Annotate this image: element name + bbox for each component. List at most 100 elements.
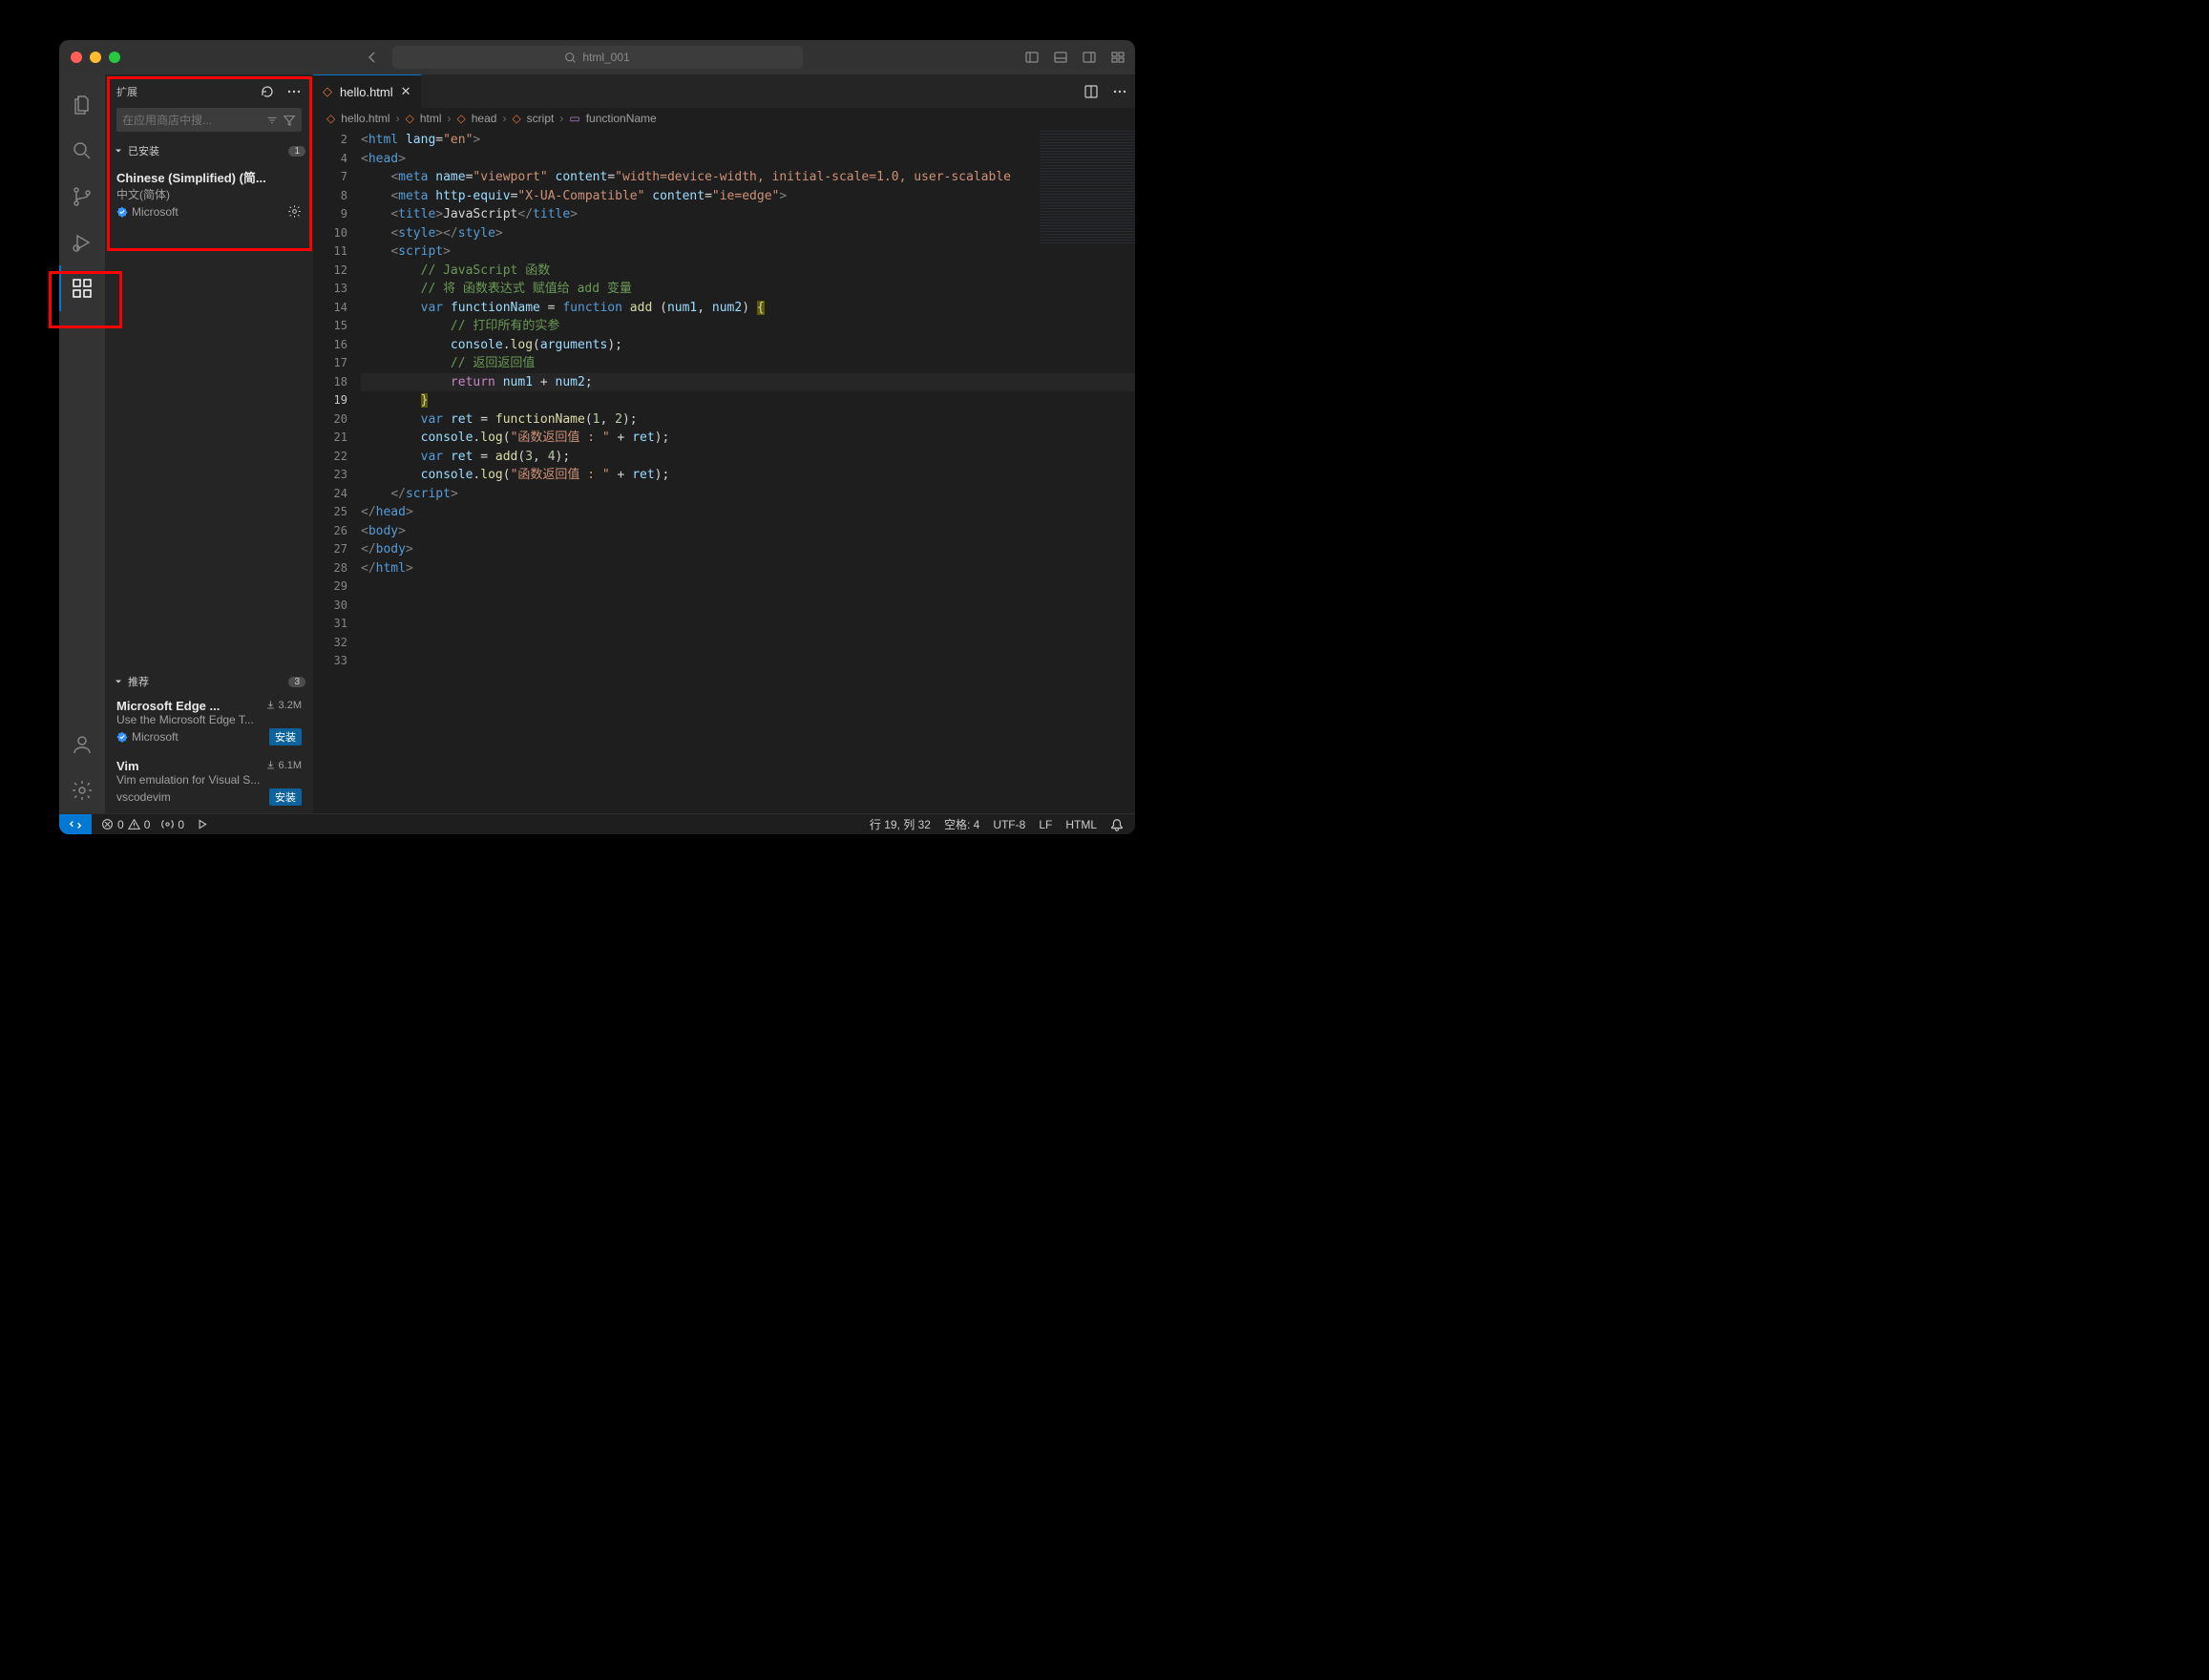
git-branch-icon xyxy=(71,185,94,208)
verified-icon xyxy=(116,206,128,218)
layout-panel-icon[interactable] xyxy=(1053,50,1068,65)
status-problems[interactable]: 0 0 xyxy=(101,818,150,831)
status-ports[interactable]: 0 xyxy=(161,818,184,831)
warning-icon xyxy=(128,818,140,830)
section-recommended-label: 推荐 xyxy=(128,674,149,689)
status-language[interactable]: HTML xyxy=(1065,818,1097,831)
chevron-down-icon xyxy=(113,676,124,687)
activity-bar xyxy=(59,74,105,813)
vscode-window: html_001 xyxy=(59,40,1135,834)
ext-publisher: Microsoft xyxy=(132,205,179,219)
status-eol[interactable]: LF xyxy=(1039,818,1052,831)
more-icon[interactable] xyxy=(286,84,302,99)
extension-item-installed-0[interactable]: Chinese (Simplified) (简... 中文(简体) Micros… xyxy=(105,162,313,226)
maximize-window-button[interactable] xyxy=(109,52,120,63)
remote-icon xyxy=(69,818,82,831)
ext-title: Chinese (Simplified) (简... xyxy=(116,168,302,186)
title-bar: html_001 xyxy=(59,40,1135,74)
activity-settings[interactable] xyxy=(59,767,105,813)
status-spaces[interactable]: 空格: 4 xyxy=(944,816,979,832)
install-button[interactable]: 安装 xyxy=(269,728,302,746)
ext-desc: Vim emulation for Visual S... xyxy=(116,773,302,787)
layout-customize-icon[interactable] xyxy=(1110,50,1126,65)
ext-desc: Use the Microsoft Edge T... xyxy=(116,713,302,726)
extension-search-input[interactable] xyxy=(122,114,262,127)
search-icon xyxy=(564,52,577,64)
layout-secondary-icon[interactable] xyxy=(1082,50,1097,65)
remote-button[interactable] xyxy=(59,814,92,835)
line-gutter: 2478910111213141516171819202122232425262… xyxy=(313,129,361,813)
extension-item-recommended-0[interactable]: Microsoft Edge ... 3.2M Use the Microsof… xyxy=(105,693,313,753)
broadcast-icon xyxy=(161,818,174,830)
activity-search[interactable] xyxy=(59,128,105,174)
status-encoding[interactable]: UTF-8 xyxy=(993,818,1025,831)
extension-item-recommended-1[interactable]: Vim 6.1M Vim emulation for Visual S... v… xyxy=(105,753,313,813)
status-cursor[interactable]: 行 19, 列 32 xyxy=(870,816,931,832)
bell-icon[interactable] xyxy=(1110,818,1124,831)
activity-accounts[interactable] xyxy=(59,722,105,767)
editor-area: ◇ hello.html ✕ ◇ hello.html › ◇ html › ◇… xyxy=(313,74,1135,813)
symbol-icon: ▭ xyxy=(569,112,579,125)
tab-label: hello.html xyxy=(340,85,393,99)
gear-icon xyxy=(71,779,94,802)
ext-title: Vim xyxy=(116,759,139,773)
download-icon xyxy=(265,700,276,710)
recommended-count-badge: 3 xyxy=(288,677,305,687)
sidebar-title: 扩展 xyxy=(116,84,137,99)
code-editor[interactable]: 2478910111213141516171819202122232425262… xyxy=(313,129,1135,813)
debug-run-icon xyxy=(196,818,208,830)
more-icon[interactable] xyxy=(1112,84,1127,99)
command-center[interactable]: html_001 xyxy=(392,46,803,69)
section-installed[interactable]: 已安装 1 xyxy=(105,139,313,162)
chevron-down-icon xyxy=(113,145,124,157)
filter-icon[interactable] xyxy=(283,114,296,127)
activity-extensions[interactable] xyxy=(59,265,105,311)
minimap[interactable] xyxy=(1040,129,1135,243)
title-right-controls xyxy=(1024,50,1126,65)
minimize-window-button[interactable] xyxy=(90,52,101,63)
ext-title: Microsoft Edge ... xyxy=(116,699,220,713)
breadcrumbs[interactable]: ◇ hello.html › ◇ html › ◇ head › ◇ scrip… xyxy=(313,108,1135,129)
sidebar-header: 扩展 xyxy=(105,74,313,108)
layout-primary-icon[interactable] xyxy=(1024,50,1040,65)
section-recommended[interactable]: 推荐 3 xyxy=(105,670,313,693)
code-lines[interactable]: <html lang="en"><head> <meta name="viewp… xyxy=(361,129,1135,813)
debug-icon xyxy=(71,231,94,254)
nav-back-icon[interactable] xyxy=(365,50,380,65)
extensions-icon xyxy=(71,277,94,300)
activity-explorer[interactable] xyxy=(59,82,105,128)
tag-icon: ◇ xyxy=(512,112,520,125)
tab-hello-html[interactable]: ◇ hello.html ✕ xyxy=(313,74,422,108)
sidebar-extensions: 扩展 已安装 1 Chinese (Simplified) (简... xyxy=(105,74,313,813)
ext-publisher: vscodevim xyxy=(116,790,171,804)
activity-debug[interactable] xyxy=(59,220,105,265)
close-icon[interactable]: ✕ xyxy=(401,84,411,99)
section-installed-label: 已安装 xyxy=(128,143,159,158)
command-center-label: html_001 xyxy=(582,51,629,64)
error-icon xyxy=(101,818,114,830)
gear-icon[interactable] xyxy=(287,204,302,219)
files-icon xyxy=(71,94,94,116)
refresh-icon[interactable] xyxy=(260,84,275,99)
window-controls xyxy=(71,52,120,63)
clear-filter-icon[interactable] xyxy=(265,114,279,127)
install-button[interactable]: 安装 xyxy=(269,788,302,806)
editor-tabs: ◇ hello.html ✕ xyxy=(313,74,1135,108)
close-window-button[interactable] xyxy=(71,52,82,63)
html-file-icon: ◇ xyxy=(326,112,335,125)
ext-publisher: Microsoft xyxy=(132,730,179,744)
download-icon xyxy=(265,760,276,770)
ext-desc: 中文(简体) xyxy=(116,186,302,202)
search-icon xyxy=(71,139,94,162)
split-editor-icon[interactable] xyxy=(1083,84,1099,99)
extension-search[interactable] xyxy=(116,108,302,132)
account-icon xyxy=(71,733,94,756)
verified-icon xyxy=(116,731,128,743)
html-file-icon: ◇ xyxy=(323,84,332,99)
installed-count-badge: 1 xyxy=(288,146,305,157)
activity-source-control[interactable] xyxy=(59,174,105,220)
status-bar: 0 0 0 行 19, 列 32 空格: 4 UTF-8 LF HTML xyxy=(59,813,1135,834)
tag-icon: ◇ xyxy=(457,112,466,125)
tag-icon: ◇ xyxy=(406,112,414,125)
status-debug[interactable] xyxy=(196,818,208,830)
